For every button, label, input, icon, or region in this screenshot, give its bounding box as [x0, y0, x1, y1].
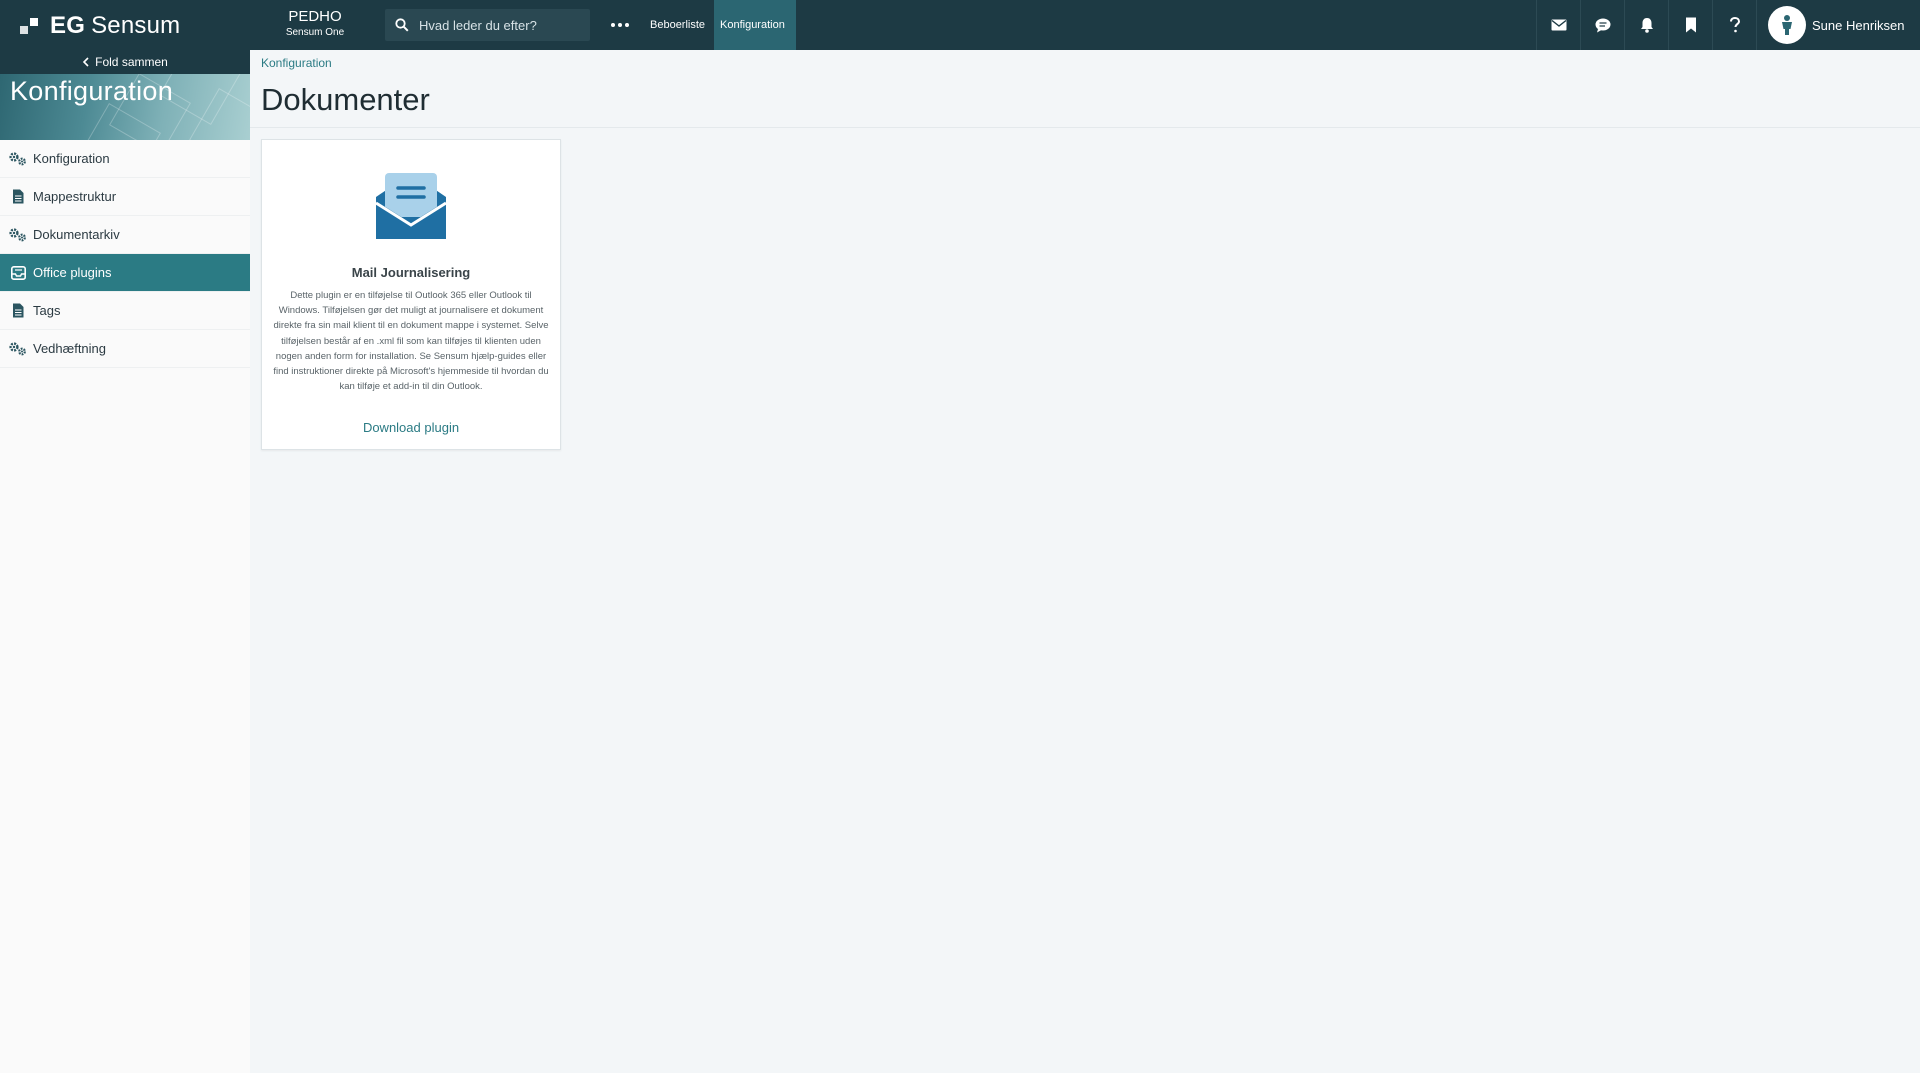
document-icon [9, 188, 27, 206]
gears-icon [9, 150, 27, 168]
sidebar-item-vedhaeftning[interactable]: Vedhæftning [0, 330, 250, 368]
bookmarks-button[interactable] [1668, 0, 1712, 50]
sidebar-item-mappestruktur[interactable]: Mappestruktur [0, 178, 250, 216]
collapse-label: Fold sammen [95, 55, 168, 69]
sidebar-item-label: Dokumentarkiv [33, 227, 120, 242]
sidebar-item-tags[interactable]: Tags [0, 292, 250, 330]
open-envelope-icon [372, 167, 450, 250]
chevron-left-icon [83, 57, 89, 67]
banner-title: Konfiguration [10, 76, 174, 106]
sidebar-item-office-plugins[interactable]: Office plugins [0, 254, 250, 292]
document-icon [9, 302, 27, 320]
tenant-sub: Sensum One [285, 27, 345, 38]
chat-button[interactable] [1580, 0, 1624, 50]
search-input[interactable] [419, 17, 579, 33]
user-name: Sune Henriksen [1812, 17, 1905, 33]
tenant-selector[interactable]: PEDHO Sensum One [280, 8, 350, 38]
mail-icon [1551, 19, 1566, 31]
help-icon [1729, 17, 1740, 33]
logo-mark-icon [20, 16, 42, 36]
page-title: Dokumenter [261, 82, 430, 117]
sidebar-item-label: Mappestruktur [33, 189, 117, 204]
gears-icon [9, 226, 27, 244]
nav-konfiguration[interactable]: Konfiguration [714, 0, 796, 50]
logo-product: Sensum [91, 12, 181, 39]
user-menu[interactable]: Sune Henriksen [1756, 0, 1920, 50]
section-banner: Konfiguration [0, 74, 250, 140]
sidebar-item-label: Konfiguration [33, 151, 110, 166]
breadcrumb[interactable]: Konfiguration [261, 56, 332, 70]
sidebar-item-label: Tags [33, 303, 61, 318]
inbox-icon [9, 264, 27, 282]
sidebar-item-label: Vedhæftning [33, 341, 107, 356]
mail-button[interactable] [1536, 0, 1580, 50]
gears-icon [9, 340, 27, 358]
bell-icon [1640, 18, 1653, 33]
sidebar-menu: Konfiguration Mappestruktur Dokumentarki… [0, 140, 250, 368]
user-silhouette-icon [1782, 15, 1792, 35]
chat-icon [1595, 18, 1610, 32]
more-horizontal-icon[interactable] [607, 14, 633, 36]
search-icon [395, 18, 409, 32]
sidebar-item-konfiguration[interactable]: Konfiguration [0, 140, 250, 178]
card-description: Dette plugin er en tilføjelse til Outloo… [273, 290, 549, 393]
sidebar-item-label: Office plugins [33, 265, 112, 280]
notifications-button[interactable] [1624, 0, 1668, 50]
sidebar-item-dokumentarkiv[interactable]: Dokumentarkiv [0, 216, 250, 254]
download-plugin-link[interactable]: Download plugin [262, 420, 560, 435]
help-button[interactable] [1712, 0, 1756, 50]
collapse-sidebar-button[interactable]: Fold sammen [0, 50, 250, 74]
tenant-name: PEDHO [288, 8, 342, 25]
avatar [1768, 6, 1806, 44]
bookmark-icon [1685, 17, 1696, 33]
plugin-card: Mail Journalisering Dette plugin er en t… [261, 139, 561, 450]
eg-sensum-logo[interactable]: EG Sensum [20, 12, 180, 40]
logo-brand: EG [50, 12, 86, 39]
sidebar: Fold sammen Konfiguration Konfiguration … [0, 50, 250, 1073]
search-box[interactable] [385, 9, 590, 41]
top-navigation-bar: EGSensum PEDHO Sensum One Beboerliste Ko… [0, 0, 1920, 50]
card-title: Mail Journalisering [351, 265, 471, 280]
header-divider [250, 127, 1920, 128]
nav-beboerliste[interactable]: Beboerliste [644, 0, 712, 50]
